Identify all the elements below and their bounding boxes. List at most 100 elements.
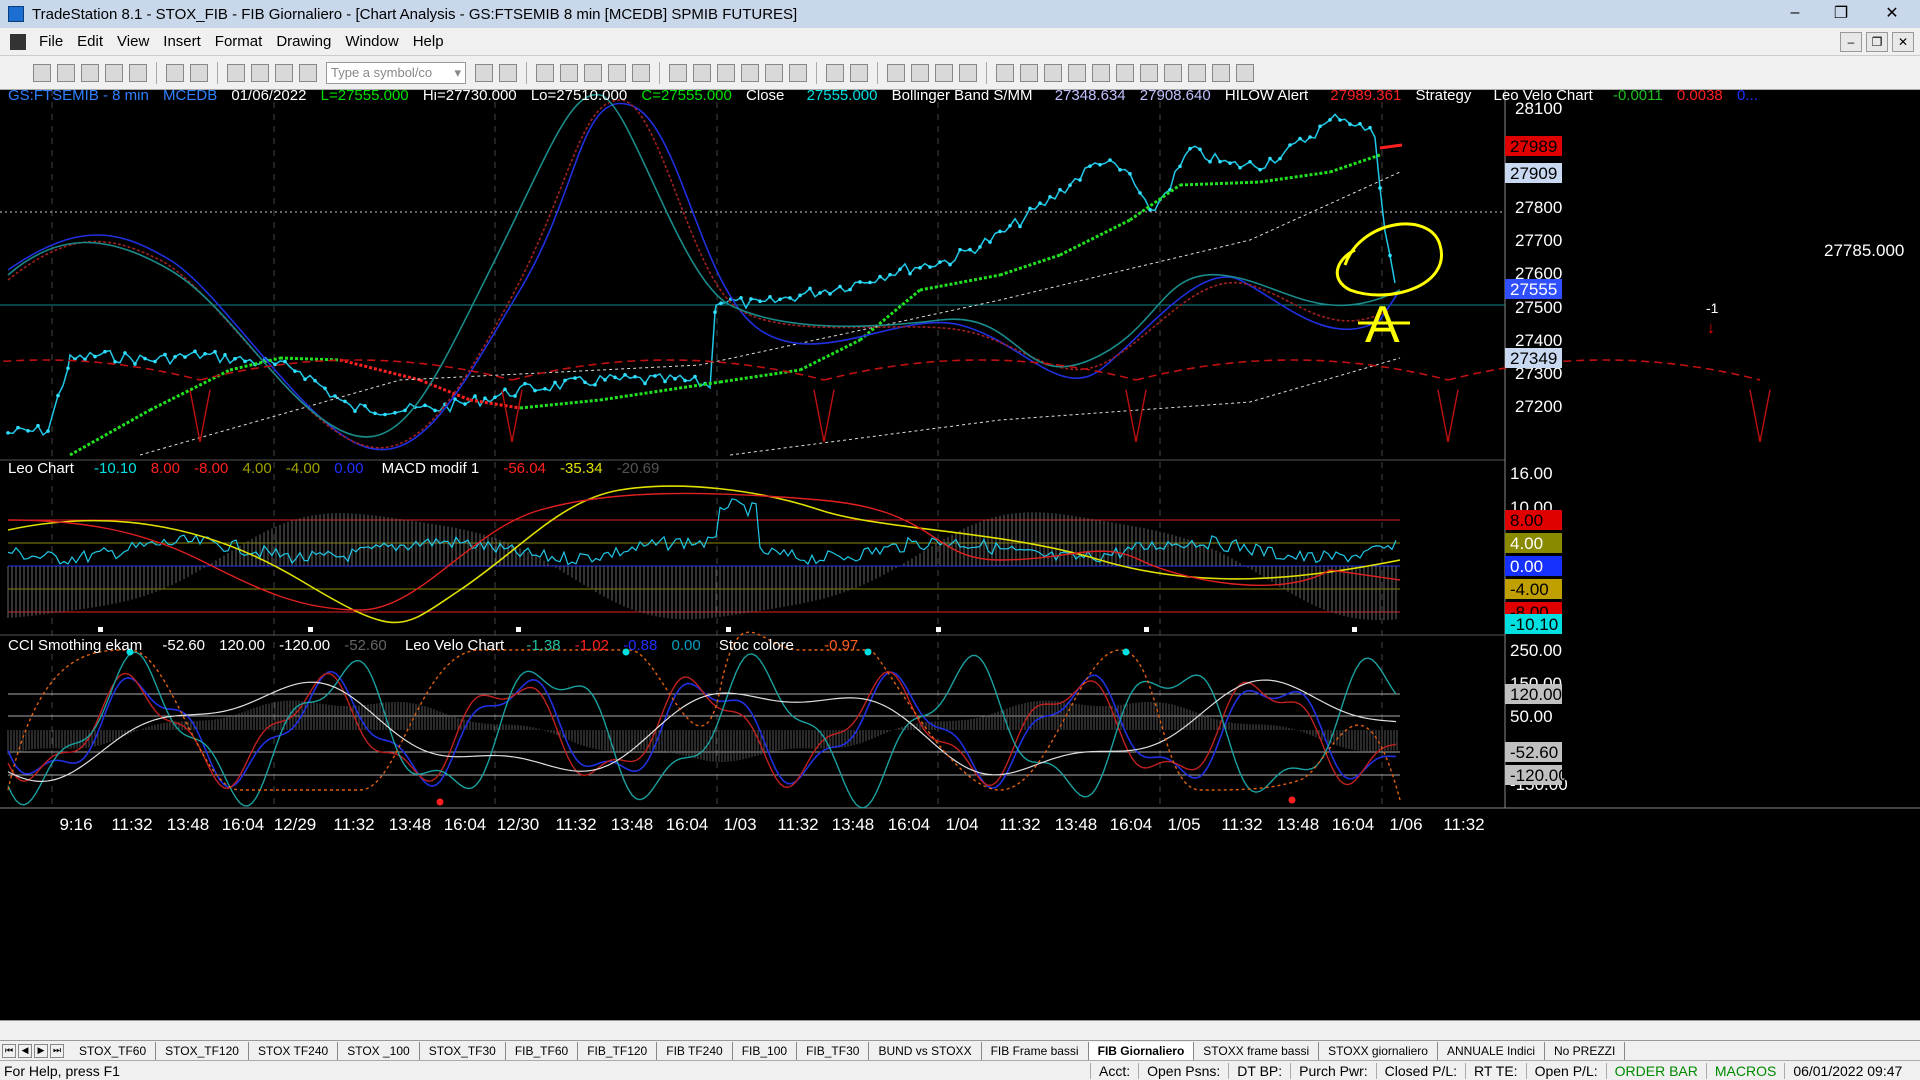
menu-help[interactable]: Help (406, 33, 451, 50)
panel-icon[interactable] (959, 63, 977, 82)
data-window-icon[interactable] (911, 63, 929, 82)
close-button[interactable]: ✕ (1864, 0, 1920, 26)
price-dot (788, 296, 792, 300)
workspace-tab[interactable]: STOX_TF30 (420, 1041, 506, 1060)
horizontal-scrollbar[interactable] (0, 1020, 1920, 1040)
workspace-tab[interactable]: BUND vs STOXX (869, 1041, 982, 1060)
workspace-tab[interactable]: FIB TF240 (657, 1041, 733, 1060)
open-workspace-icon[interactable] (81, 63, 99, 82)
macros-button[interactable]: MACROS (1705, 1062, 1784, 1079)
time-tick: 16:04 (888, 815, 931, 834)
strategy-icon[interactable] (693, 63, 711, 82)
price-dot (1068, 183, 1072, 187)
chart-window-icon[interactable] (10, 33, 26, 50)
symbol-input[interactable]: Type a symbol/co ▾ (326, 61, 466, 84)
text-icon[interactable] (1236, 63, 1254, 82)
gann-icon[interactable] (1116, 63, 1134, 82)
paste-icon[interactable] (299, 63, 317, 82)
dropdown-arrow-icon[interactable]: ▾ (454, 65, 461, 81)
order-bar-button[interactable]: ORDER BAR (1605, 1062, 1706, 1079)
workspace-tab[interactable]: STOX_TF120 (156, 1041, 249, 1060)
scanner-icon[interactable] (608, 63, 626, 82)
tools-icon[interactable] (935, 63, 953, 82)
lock-icon[interactable] (275, 63, 293, 82)
menu-file[interactable]: File (32, 33, 70, 50)
price-dot (938, 260, 942, 264)
indicator-icon[interactable] (669, 63, 687, 82)
lookup-icon[interactable] (499, 63, 517, 82)
chart-analysis-window[interactable]: GS:FTSEMIB - 8 min MCEDB 01/06/2022 L=27… (0, 90, 1920, 1020)
price-dot (908, 271, 912, 276)
print-icon[interactable] (166, 63, 184, 82)
new-icon[interactable] (33, 63, 51, 82)
pointer-icon[interactable] (887, 63, 905, 82)
arrow-down-icon[interactable] (1164, 63, 1182, 82)
mdi-minimize-button[interactable]: – (1840, 31, 1862, 52)
osc-marker (726, 627, 731, 632)
price-dot (533, 388, 537, 393)
maximize-button[interactable]: ❐ (1818, 0, 1864, 26)
workspace-tab[interactable]: FIB Giornaliero (1088, 1041, 1195, 1060)
menu-drawing[interactable]: Drawing (269, 33, 338, 50)
workspace-tab[interactable]: FIB_TF60 (506, 1041, 579, 1060)
tab-prev-icon[interactable]: ◀ (18, 1043, 32, 1058)
options-icon[interactable] (632, 63, 650, 82)
workspace-tab[interactable]: FIB_TF30 (797, 1041, 870, 1060)
mdi-close-button[interactable]: ✕ (1892, 31, 1914, 52)
copy-icon[interactable] (251, 63, 269, 82)
menu-insert[interactable]: Insert (156, 33, 208, 50)
zoom-in-icon[interactable] (826, 63, 844, 82)
workspace-tab[interactable]: ANNUALE Indici (1438, 1041, 1545, 1060)
channel-icon[interactable] (1092, 63, 1110, 82)
save-workspace-icon[interactable] (129, 63, 147, 82)
save-icon[interactable] (105, 63, 123, 82)
fib-icon[interactable] (1068, 63, 1086, 82)
line-chart-icon[interactable] (765, 63, 783, 82)
workspace-tab[interactable]: FIB Frame bassi (982, 1041, 1089, 1060)
price-dot (623, 372, 627, 377)
price-dot (1298, 136, 1302, 141)
tab-first-icon[interactable]: ⏮ (2, 1043, 16, 1058)
fx-icon[interactable] (789, 63, 807, 82)
workspace-tab[interactable]: No PREZZI (1545, 1041, 1626, 1060)
time-tick: 16:04 (666, 815, 709, 834)
radar-icon[interactable] (560, 63, 578, 82)
price-dot (543, 386, 547, 391)
workspace-tab[interactable]: STOX TF240 (249, 1041, 339, 1060)
mdi-restore-button[interactable]: ❐ (1866, 31, 1888, 52)
menu-bar: File Edit View Insert Format Drawing Win… (0, 28, 1920, 56)
workspace-tab[interactable]: STOXX giornaliero (1319, 1041, 1438, 1060)
ellipse-icon[interactable] (1188, 63, 1206, 82)
workspace-tab[interactable]: STOX _100 (338, 1041, 420, 1060)
price-dot (1348, 122, 1352, 126)
open-icon[interactable] (57, 63, 75, 82)
rectangle-icon[interactable] (1212, 63, 1230, 82)
menu-edit[interactable]: Edit (70, 33, 110, 50)
annotation-letter: A (1365, 296, 1400, 354)
price-dot (1128, 172, 1132, 176)
zoom-out-icon[interactable] (850, 63, 868, 82)
workspace-tab[interactable]: STOX_TF60 (70, 1041, 157, 1060)
price-dot (56, 393, 60, 398)
vertical-line-icon[interactable] (1044, 63, 1062, 82)
workspace-tab[interactable]: FIB_TF120 (578, 1041, 658, 1060)
horizontal-line-icon[interactable] (1020, 63, 1038, 82)
menu-view[interactable]: View (110, 33, 156, 50)
chart-icon[interactable] (536, 63, 554, 82)
minimize-button[interactable]: – (1772, 0, 1818, 26)
menu-window[interactable]: Window (338, 33, 405, 50)
candle-icon[interactable] (741, 63, 759, 82)
cut-icon[interactable] (227, 63, 245, 82)
bar-chart-icon[interactable] (717, 63, 735, 82)
workspace-tab[interactable]: STOXX frame bassi (1194, 1041, 1320, 1060)
print-preview-icon[interactable] (190, 63, 208, 82)
menu-format[interactable]: Format (208, 33, 270, 50)
price-dot (998, 229, 1002, 234)
trendline-icon[interactable] (996, 63, 1014, 82)
tab-next-icon[interactable]: ▶ (34, 1043, 48, 1058)
matrix-icon[interactable] (584, 63, 602, 82)
arrow-up-icon[interactable] (1140, 63, 1158, 82)
go-icon[interactable] (475, 63, 493, 82)
tab-last-icon[interactable]: ⏭ (50, 1043, 64, 1058)
workspace-tab[interactable]: FIB_100 (733, 1041, 798, 1060)
